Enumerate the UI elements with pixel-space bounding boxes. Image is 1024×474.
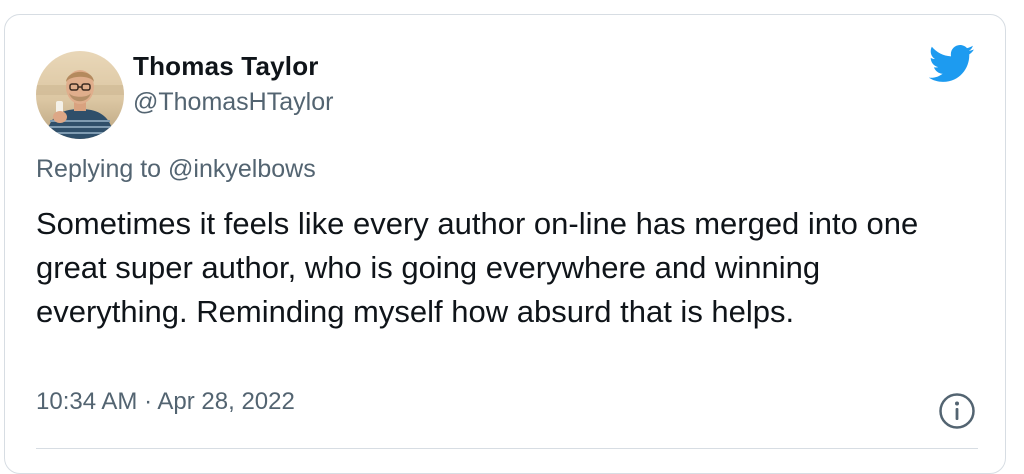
author-handle[interactable]: @ThomasHTaylor — [133, 88, 333, 117]
avatar[interactable] — [36, 51, 124, 139]
divider — [36, 448, 978, 449]
replying-to-line: Replying to @inkyelbows — [36, 155, 316, 184]
replying-prefix: Replying to — [36, 155, 162, 183]
info-icon[interactable] — [938, 392, 976, 430]
author-name[interactable]: Thomas Taylor — [133, 51, 319, 82]
avatar-photo — [36, 51, 124, 139]
reply-mention-link[interactable]: @inkyelbows — [168, 155, 316, 183]
tweet-text: Sometimes it feels like every author on-… — [36, 206, 919, 329]
tweet-card: Thomas Taylor @ThomasHTaylor Replying to… — [4, 14, 1006, 474]
twitter-bird-icon[interactable] — [928, 44, 975, 84]
tweet-timestamp[interactable]: 10:34 AM · Apr 28, 2022 — [36, 388, 295, 416]
